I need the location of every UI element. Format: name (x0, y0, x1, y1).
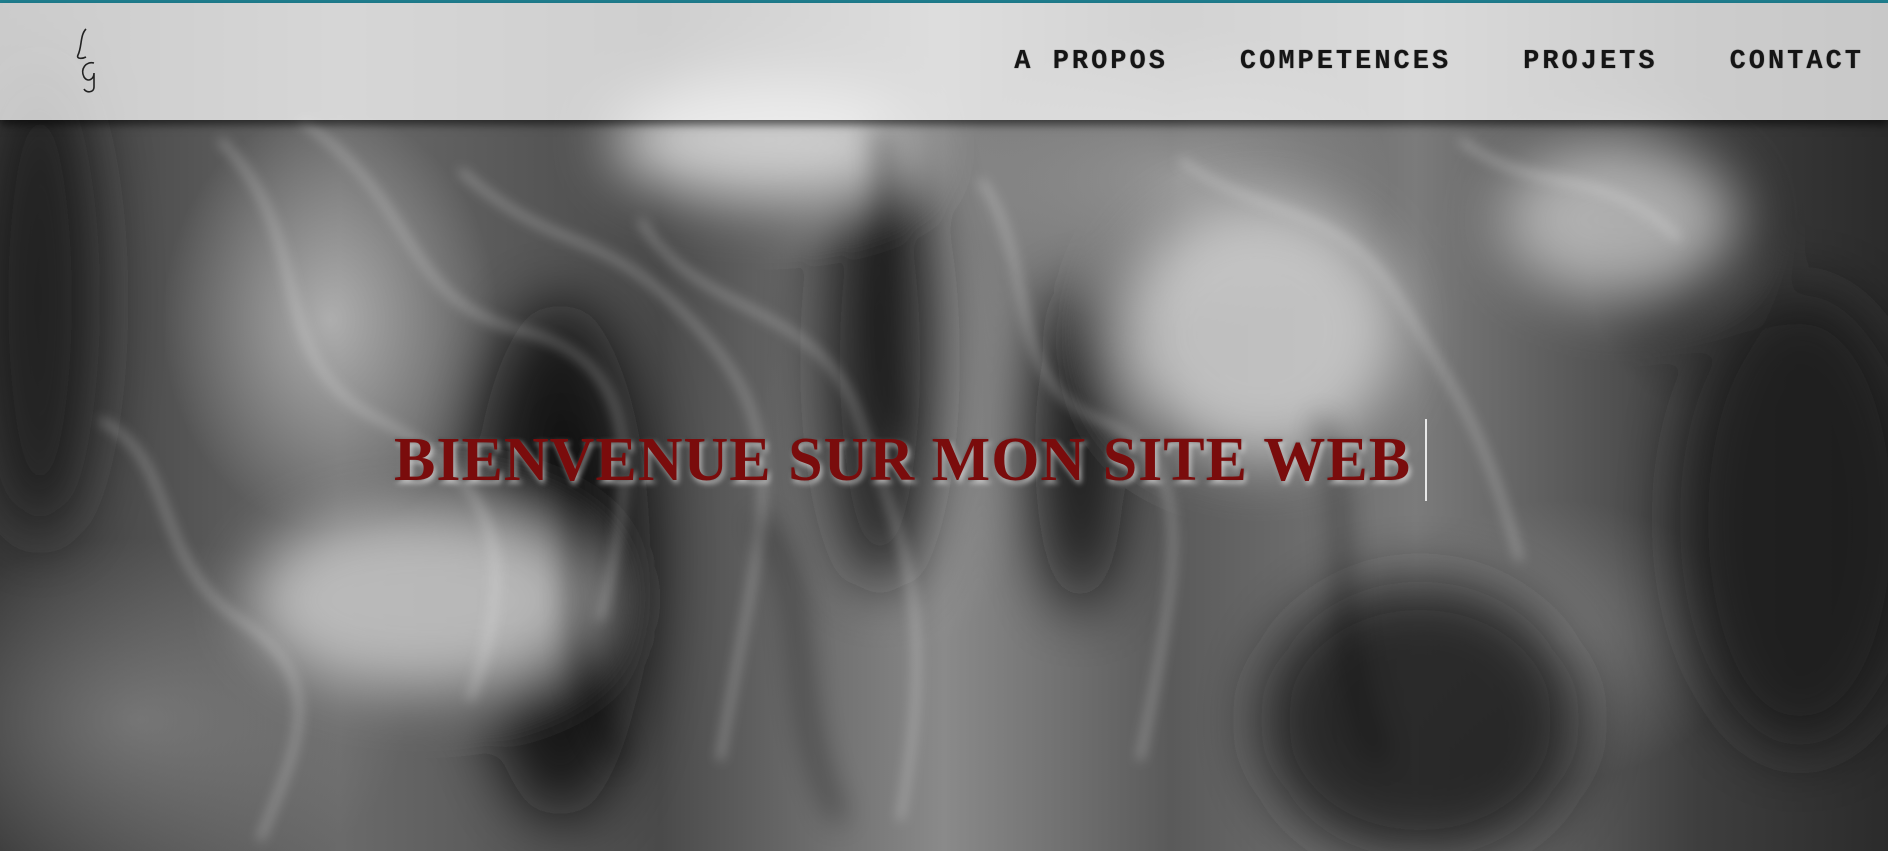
hero-title-wrapper: BIENVENUE SUR MON SITE WEB (394, 419, 1428, 501)
monogram-logo-icon[interactable] (72, 25, 102, 93)
navbar: A PROPOS COMPETENCES PROJETS CONTACT (0, 3, 1888, 120)
nav-link-contact[interactable]: CONTACT (1730, 47, 1864, 77)
nav-link-competences[interactable]: COMPETENCES (1240, 47, 1451, 77)
main-navigation: A PROPOS COMPETENCES PROJETS CONTACT (942, 3, 1864, 120)
hero-title: BIENVENUE SUR MON SITE WEB (394, 425, 1412, 494)
nav-link-a-propos[interactable]: A PROPOS (1014, 47, 1168, 77)
typing-cursor (1425, 419, 1428, 501)
nav-link-projets[interactable]: PROJETS (1523, 47, 1657, 77)
